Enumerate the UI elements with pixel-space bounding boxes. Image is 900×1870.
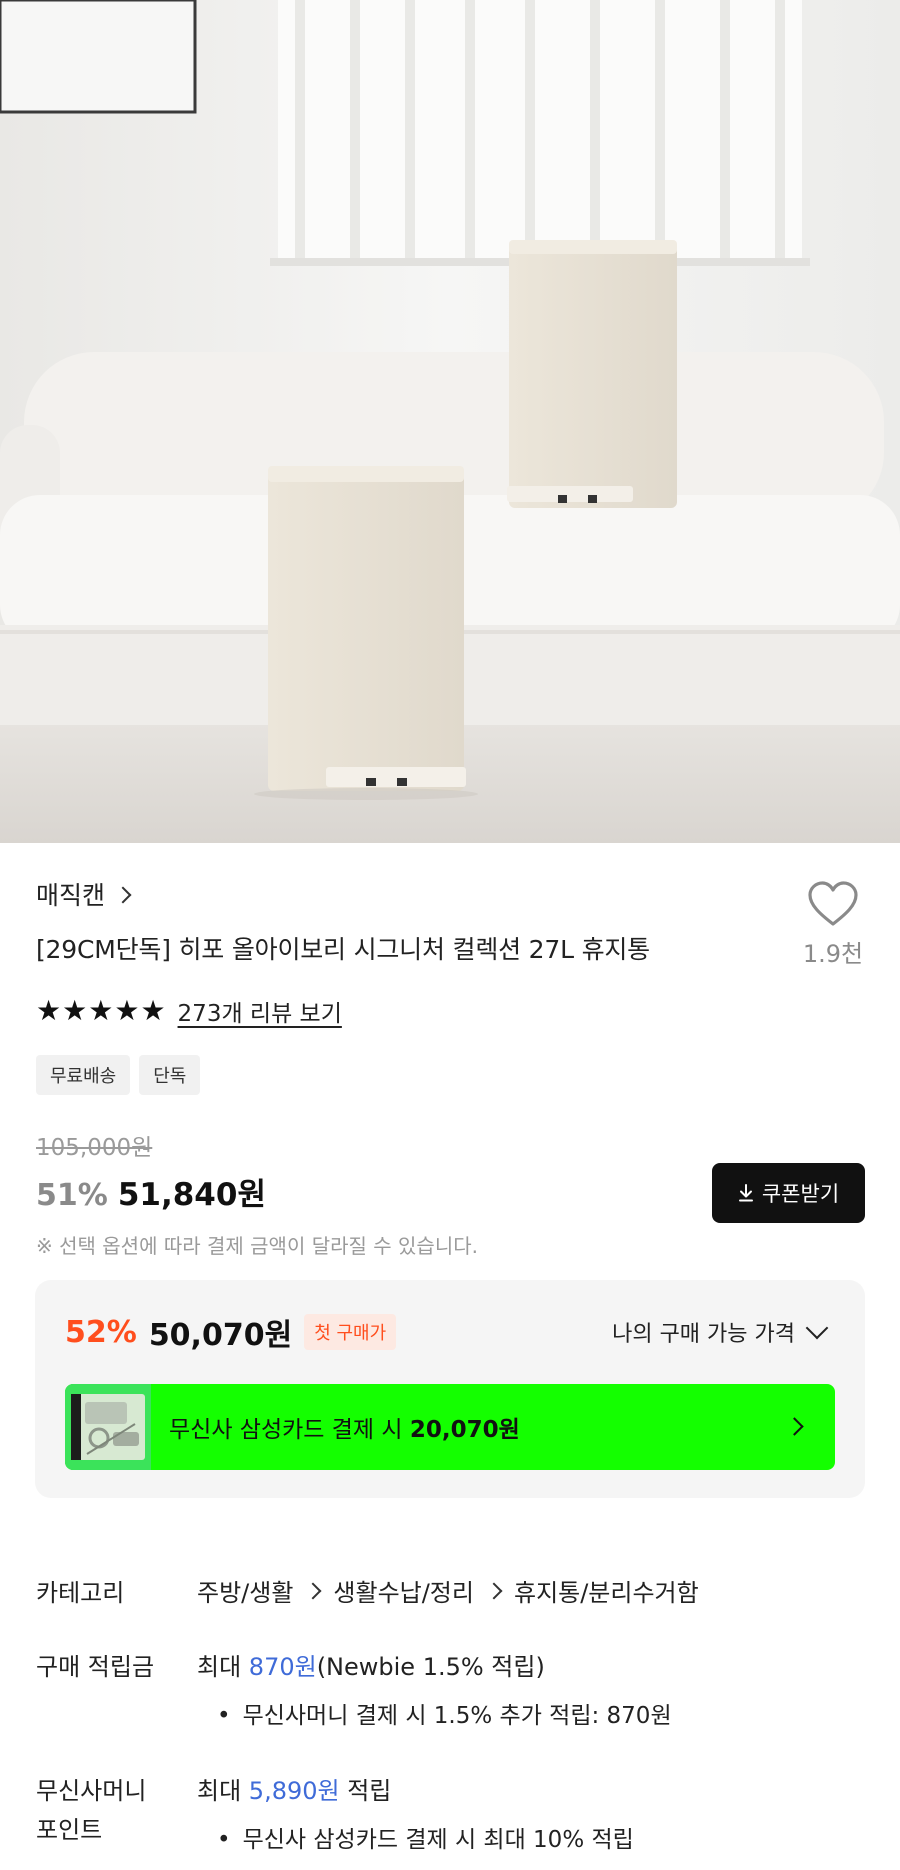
exclusive-badge: 단독	[139, 1055, 201, 1095]
price-row: 51% 51,840원	[36, 1169, 266, 1214]
my-price-label: 나의 구매 가능 가격	[612, 1322, 795, 1347]
points-bullet: 무신사머니 결제 시 1.5% 추가 적립: 870원	[217, 1696, 672, 1730]
chevron-right-icon	[304, 1582, 322, 1599]
like-count: 1.9천	[802, 940, 864, 968]
money-label-line1: 무신사머니	[36, 1777, 147, 1805]
my-price-box: 52% 50,070원 첫 구매가 나의 구매 가능 가격 무신사 삼성카드 결…	[35, 1280, 865, 1498]
chevron-right-icon	[485, 1582, 503, 1599]
money-label-line2: 포인트	[36, 1816, 103, 1844]
review-link[interactable]: 273개 리뷰 보기	[178, 994, 342, 1028]
money-bullet: 무신사 삼성카드 결제 시 최대 10% 적립	[217, 1820, 634, 1854]
card-promo-banner[interactable]: 무신사 삼성카드 결제 시 20,070원	[65, 1384, 835, 1470]
coupon-button-label: 쿠폰받기	[761, 1182, 840, 1206]
star-icon: ★	[114, 994, 140, 1027]
category-crumb[interactable]: 휴지통/분리수거함	[514, 1573, 699, 1608]
points-amount: 870원	[248, 1653, 317, 1681]
points-value: 최대 870원(Newbie 1.5% 적립)	[197, 1647, 545, 1682]
sale-price: 51,840원	[117, 1177, 266, 1213]
star-icon: ★	[88, 994, 114, 1027]
points-label: 구매 적립금	[36, 1653, 155, 1681]
badge-list: 무료배송 단독	[36, 1055, 201, 1095]
heart-icon	[808, 881, 858, 926]
star-rating: ★ ★ ★ ★ ★	[36, 997, 166, 1025]
discount-rate: 51%	[36, 1178, 108, 1213]
price-notice: ※ 선택 옵션에 따라 결제 금액이 달라질 수 있습니다.	[36, 1234, 478, 1258]
product-photo	[0, 0, 900, 843]
money-suffix: 적립	[339, 1777, 392, 1805]
money-value: 최대 5,890원 적립	[197, 1771, 391, 1806]
card-thumbnail-image	[65, 1384, 151, 1470]
category-breadcrumb: 주방/생활 생활수납/정리 휴지통/분리수거함	[197, 1573, 699, 1608]
chevron-right-icon	[785, 1417, 804, 1436]
product-image[interactable]	[0, 0, 900, 843]
my-price-toggle[interactable]: 나의 구매 가능 가격	[612, 1316, 829, 1348]
category-label: 카테고리	[36, 1579, 125, 1607]
first-purchase-badge: 첫 구매가	[304, 1314, 397, 1350]
brand-name: 매직캔	[36, 881, 106, 910]
download-icon	[738, 1184, 753, 1202]
card-promo-text: 무신사 삼성카드 결제 시 20,070원	[169, 1410, 520, 1444]
rating-row: ★ ★ ★ ★ ★ 273개 리뷰 보기	[36, 994, 342, 1028]
my-price-row: 52% 50,070원 첫 구매가	[65, 1310, 397, 1354]
star-icon: ★	[36, 994, 62, 1027]
card-promo-prefix: 무신사 삼성카드 결제 시	[169, 1417, 410, 1443]
product-title: [29CM단독] 히포 올아이보리 시그니처 컬렉션 27L 휴지통	[36, 935, 650, 964]
card-promo-price: 20,070원	[409, 1417, 520, 1443]
category-crumb[interactable]: 주방/생활	[197, 1573, 293, 1608]
free-shipping-badge: 무료배송	[36, 1055, 131, 1095]
original-price: 105,000원	[36, 1135, 153, 1161]
like-button[interactable]: 1.9천	[795, 880, 871, 969]
chevron-right-icon	[114, 886, 132, 904]
my-price: 50,070원	[148, 1318, 293, 1353]
my-discount-rate: 52%	[65, 1314, 137, 1350]
points-suffix: (Newbie 1.5% 적립)	[316, 1653, 545, 1681]
money-amount: 5,890원	[248, 1777, 340, 1805]
category-crumb[interactable]: 생활수납/정리	[333, 1573, 474, 1608]
chevron-down-icon	[805, 1316, 829, 1340]
star-icon: ★	[62, 994, 88, 1027]
money-prefix: 최대	[197, 1777, 249, 1805]
star-icon: ★	[140, 994, 166, 1027]
coupon-button[interactable]: 쿠폰받기	[712, 1163, 865, 1223]
brand-link[interactable]: 매직캔	[36, 876, 132, 912]
points-prefix: 최대	[197, 1653, 249, 1681]
